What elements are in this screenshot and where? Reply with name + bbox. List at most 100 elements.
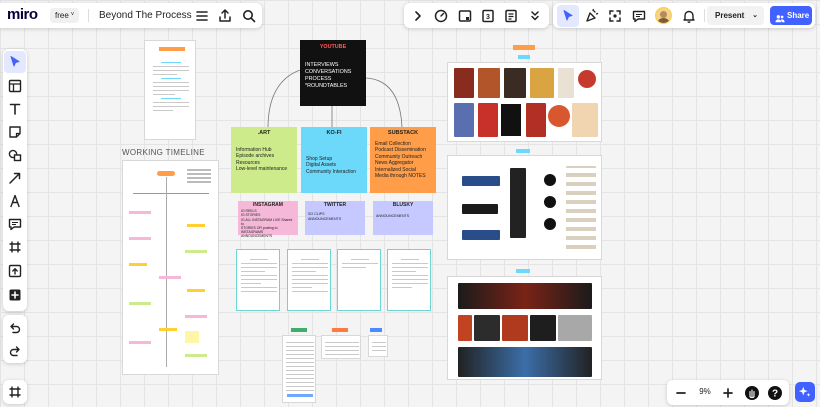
upload-tool-icon[interactable] (4, 260, 26, 282)
svg-text:3: 3 (486, 14, 490, 21)
sticky-substack-header: SUBSTACK (387, 130, 419, 136)
sticky-instagram-line: STORIES OR posting to INSTAGRAMS (241, 226, 278, 235)
presentation-icon[interactable] (454, 5, 476, 27)
history-toolbar (3, 315, 27, 363)
sticky-blusky[interactable]: BLUSKY ANNOUNCEMENTS (373, 201, 433, 235)
celebrate-icon[interactable] (581, 5, 603, 27)
teal-frame-1[interactable] (236, 249, 280, 311)
minimap-toggle-panel (3, 380, 27, 404)
sticky-instagram[interactable]: INSTAGRAM IG REELS IG STORIES IG ALL INS… (238, 201, 298, 238)
sticky-blusky-header: BLUSKY (392, 202, 414, 208)
note-list-frame[interactable] (282, 335, 316, 403)
teal-frame-3[interactable] (337, 249, 381, 311)
tag-blue (370, 328, 382, 332)
zoom-controls: 9% ? (667, 380, 789, 405)
sticky-instagram-header: INSTAGRAM (253, 202, 283, 208)
sparkle-icon (798, 385, 812, 399)
logo-variants-frame[interactable] (447, 155, 602, 260)
frame-tag (159, 47, 185, 51)
timeline-branch (133, 193, 209, 194)
minus-icon[interactable] (670, 382, 692, 404)
poster-collage-frame[interactable] (447, 62, 602, 142)
comment-icon[interactable] (4, 213, 26, 235)
connector-lines (267, 70, 403, 129)
plan-badge-label: free (55, 11, 69, 20)
present-button[interactable]: Present ⌄ (707, 6, 764, 25)
hand-icon[interactable] (741, 382, 763, 404)
help-icon[interactable]: ? (764, 382, 786, 404)
timer-icon[interactable] (430, 5, 452, 27)
frame-tag-1 (513, 45, 535, 50)
sticky-twitter[interactable]: TWITTER SO CLIPS ANNOUNCEMENTS (305, 201, 365, 235)
redo-icon[interactable] (4, 340, 26, 362)
ai-assist-button[interactable] (795, 382, 815, 402)
sticky-twitter-header: TWITTER (323, 202, 347, 208)
plan-badge[interactable]: free ˅ (50, 8, 80, 23)
working-timeline-frame[interactable] (122, 160, 219, 375)
timeline-sticky (185, 331, 199, 343)
counter-icon[interactable]: 3 (477, 5, 499, 27)
frame-text-lines (153, 59, 189, 114)
sticky-kofi[interactable]: KO-FI Shop Setup Digital Assets Communit… (301, 127, 367, 193)
bell-icon[interactable] (678, 5, 700, 27)
cursor-icon[interactable] (4, 51, 26, 73)
note-frame-mid[interactable] (321, 335, 361, 359)
avatar[interactable] (655, 7, 672, 24)
share-label: Share (787, 11, 810, 20)
minimap-icon[interactable] (4, 381, 26, 403)
undo-icon[interactable] (4, 317, 26, 339)
sticky-art[interactable]: .ART Information Hub Episode archives Re… (231, 127, 297, 193)
comment-icon[interactable] (628, 5, 650, 27)
search-icon[interactable] (238, 5, 260, 27)
sticky-instagram-line: IG ALL INSTAGRAM LIVE Shared to (241, 217, 293, 226)
notes-icon[interactable] (500, 5, 522, 27)
creation-toolbar (3, 49, 27, 311)
plus-icon[interactable] (717, 382, 739, 404)
sticky-note-icon[interactable] (4, 121, 26, 143)
hamburger-icon[interactable] (191, 5, 213, 27)
sticky-kofi-line: Community Interaction (306, 168, 357, 175)
tag-green (291, 328, 307, 332)
sticky-art-header: .ART (257, 130, 271, 136)
chevron-right-icon[interactable] (407, 5, 429, 27)
cursor-icon[interactable] (557, 5, 579, 27)
upload-icon[interactable] (214, 5, 236, 27)
sticky-substack[interactable]: SUBSTACK Email Collection Podcast Dissem… (370, 127, 436, 193)
users-icon (775, 11, 785, 23)
note-frame-right[interactable] (368, 335, 388, 357)
timeline-legend (187, 167, 211, 185)
frame-icon[interactable] (4, 236, 26, 258)
divider (88, 9, 89, 22)
sticky-kofi-header: KO-FI (326, 130, 342, 136)
board-title[interactable]: Beyond The Process (99, 10, 192, 21)
youtube-line-1: INTERVIEWS (305, 62, 339, 68)
double-chevron-down-icon[interactable] (524, 5, 546, 27)
pen-icon[interactable] (4, 190, 26, 212)
frame-notes-topleft[interactable] (144, 40, 196, 140)
share-button[interactable]: Share (770, 6, 812, 25)
teal-frame-2[interactable] (287, 249, 331, 311)
chevron-down-icon: ⌄ (752, 12, 758, 19)
table-icon[interactable] (4, 75, 26, 97)
board-canvas[interactable]: WORKING TIMELINE YOUTUBE INTERVIEWS CONV (0, 0, 820, 407)
arrow-line-icon[interactable] (4, 167, 26, 189)
timeline-node (157, 171, 175, 176)
banner-variants-frame[interactable] (447, 276, 602, 380)
board-header-bar: miro free ˅ Beyond The Process (0, 3, 262, 28)
sticky-blusky-line: ANNOUNCEMENTS (376, 214, 410, 219)
youtube-header: YOUTUBE (319, 44, 347, 50)
miro-logo[interactable]: miro (7, 6, 38, 23)
teal-frame-4[interactable] (387, 249, 431, 311)
frame-icon[interactable] (604, 5, 626, 27)
sticky-art-line: Low-level maintenance (236, 166, 288, 172)
text-icon[interactable] (4, 98, 26, 120)
divider (704, 9, 705, 22)
zoom-level[interactable]: 9% (695, 387, 715, 396)
shapes-icon[interactable] (4, 144, 26, 166)
plan-badge-chevron-icon: ˅ (70, 12, 75, 18)
plus-square-icon[interactable] (4, 284, 26, 306)
sticky-substack-line: Podcast Dissemination (375, 147, 426, 153)
svg-text:?: ? (772, 389, 778, 400)
working-timeline-label: WORKING TIMELINE (122, 148, 205, 157)
frame-tag-1b (518, 55, 530, 59)
